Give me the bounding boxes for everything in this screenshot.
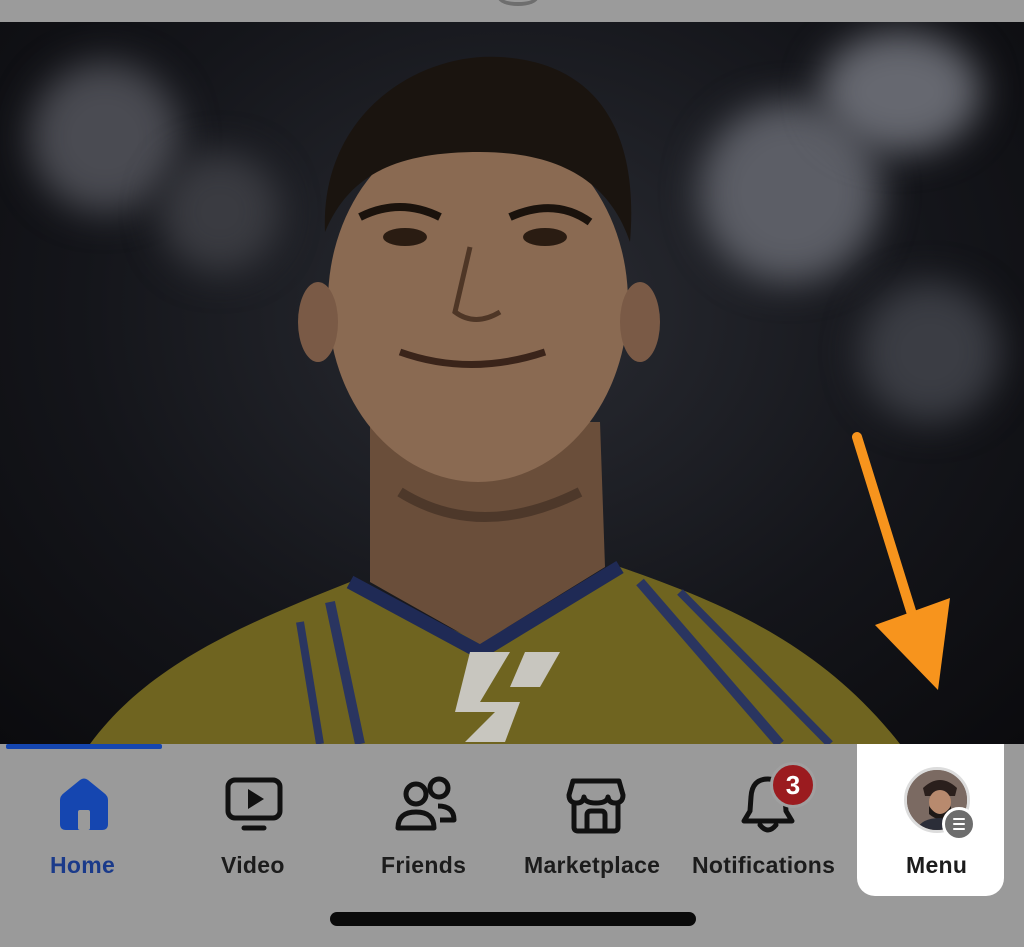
tab-friends[interactable]: Friends bbox=[362, 744, 490, 894]
tab-home[interactable]: Home bbox=[6, 744, 162, 894]
home-indicator-bar[interactable] bbox=[330, 912, 696, 926]
tab-video-label: Video bbox=[221, 852, 285, 878]
tab-video[interactable]: Video bbox=[192, 744, 320, 894]
friends-icon bbox=[394, 772, 458, 836]
player-portrait bbox=[90, 56, 900, 744]
tab-notifications[interactable]: Notifications bbox=[690, 744, 846, 894]
tab-home-label: Home bbox=[50, 852, 116, 878]
video-icon bbox=[222, 772, 286, 836]
tab-marketplace-label: Marketplace bbox=[524, 852, 661, 878]
camera-notch bbox=[498, 0, 538, 6]
tab-menu-label: Menu bbox=[906, 852, 968, 878]
notifications-count-badge: 3 bbox=[770, 762, 816, 808]
tab-notifications-label: Notifications bbox=[692, 852, 836, 878]
status-bar-strip bbox=[0, 0, 1024, 22]
marketplace-icon bbox=[564, 772, 628, 836]
hero-photo[interactable] bbox=[0, 22, 1024, 744]
tab-marketplace[interactable]: Marketplace bbox=[520, 744, 672, 894]
tab-friends-label: Friends bbox=[381, 852, 467, 878]
home-icon bbox=[52, 772, 116, 836]
menu-lines-icon bbox=[942, 807, 976, 841]
